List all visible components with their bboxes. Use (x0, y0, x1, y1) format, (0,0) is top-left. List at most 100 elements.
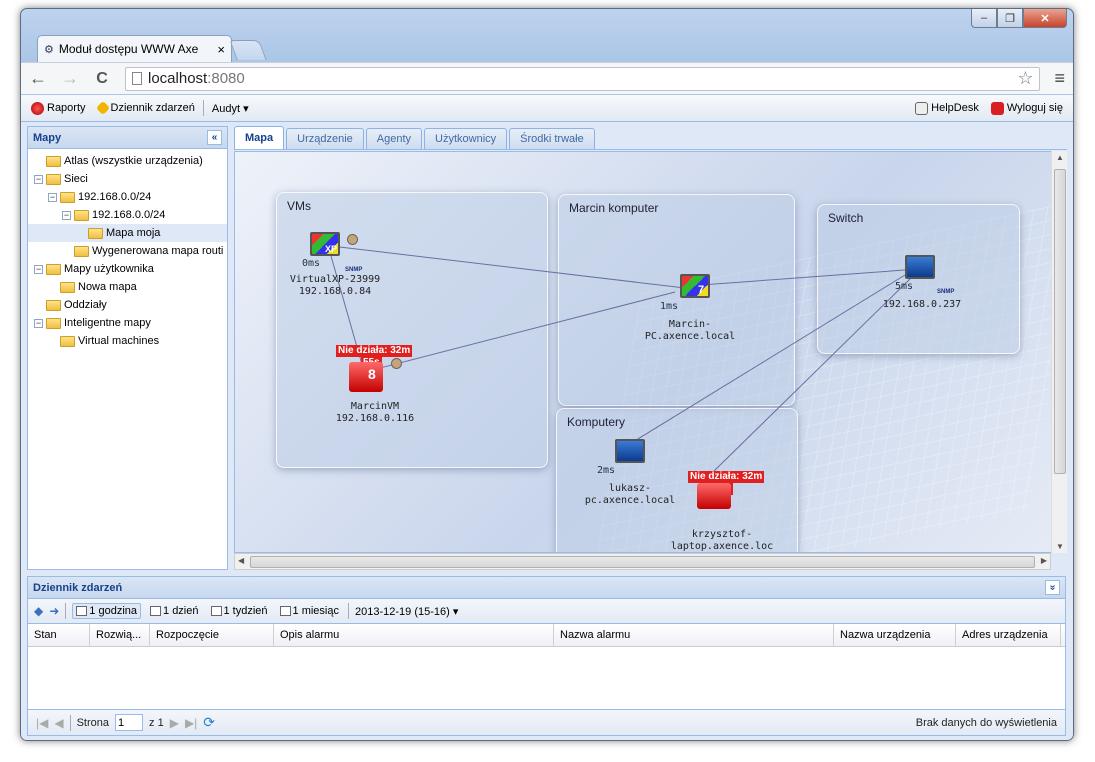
column-header[interactable]: Nazwa urządzenia (834, 624, 956, 646)
first-page-icon[interactable]: |◀ (36, 716, 48, 730)
tab-2[interactable]: Agenty (365, 128, 423, 149)
range-label: 1 tydzień (223, 605, 268, 617)
tree-node[interactable]: − Inteligentne mapy (28, 314, 227, 332)
computer-icon (905, 255, 935, 279)
range-button[interactable]: 1 dzień (147, 604, 201, 618)
refresh-icon[interactable]: ⟳ (203, 714, 215, 731)
device-krzysztof[interactable] (694, 483, 734, 509)
column-header[interactable]: Nazwa alarmu (554, 624, 834, 646)
column-header[interactable]: Stan (28, 624, 90, 646)
tab-1[interactable]: Urządzenie (286, 128, 364, 149)
map-vertical-scrollbar[interactable]: ▲ ▼ (1051, 151, 1067, 553)
tree-node[interactable]: − Mapy użytkownika (28, 260, 227, 278)
prev-page-icon[interactable]: ◀ (54, 716, 63, 730)
maximize-button[interactable]: ❐ (997, 9, 1023, 28)
audit-menu[interactable]: Audyt ▾ (208, 102, 253, 115)
tab-close-icon[interactable]: × (217, 42, 225, 57)
computer-icon (615, 439, 645, 463)
device-virtualxp[interactable]: XP (305, 232, 345, 256)
column-header[interactable]: Opis alarmu (274, 624, 554, 646)
prev-arrow-icon[interactable]: ◆ (34, 604, 43, 618)
next-arrow-icon[interactable]: ➜ (49, 604, 59, 618)
minimize-button[interactable]: – (971, 9, 997, 28)
tree-node[interactable]: − Sieci (28, 170, 227, 188)
forward-button[interactable]: → (61, 68, 79, 89)
tree-expander-icon[interactable]: − (34, 174, 43, 184)
column-header[interactable]: Adres urządzenia (956, 624, 1061, 646)
tree-node[interactable]: Nowa mapa (28, 278, 227, 296)
address-bar[interactable]: localhost:8080 ☆ (125, 66, 1041, 91)
bookmark-star-icon[interactable]: ☆ (1017, 68, 1033, 89)
events-log-menu[interactable]: Dziennik zdarzeń (94, 100, 199, 116)
lukasz-name: lukasz- (608, 483, 652, 494)
tree-node[interactable]: − 192.168.0.0/24 (28, 188, 227, 206)
logout-button[interactable]: Wyloguj się (987, 101, 1067, 115)
tab-0[interactable]: Mapa (234, 126, 285, 149)
page-icon (132, 72, 142, 85)
device-switch[interactable] (900, 255, 940, 279)
range-button[interactable]: 1 miesiąc (277, 604, 342, 618)
scroll-up-icon[interactable]: ▲ (1056, 153, 1064, 162)
column-header[interactable]: Rozwią... (90, 624, 150, 646)
browser-tab[interactable]: ⚙ Moduł dostępu WWW Axe × (37, 35, 232, 62)
tree-node[interactable]: Virtual machines (28, 332, 227, 350)
expand-panel-button[interactable]: » (1045, 580, 1060, 595)
reload-button[interactable]: C (93, 70, 111, 88)
next-page-icon[interactable]: ▶ (170, 716, 179, 730)
device-lukasz[interactable] (610, 439, 650, 463)
collapse-panel-button[interactable]: « (207, 130, 222, 145)
tree-expander-icon[interactable]: − (62, 210, 71, 220)
scroll-down-icon[interactable]: ▼ (1056, 542, 1064, 551)
url-port: :8080 (207, 70, 245, 87)
user-icon (347, 234, 358, 245)
scroll-left-icon[interactable]: ◀ (238, 556, 244, 565)
folder-icon (46, 299, 61, 311)
marcinpc-label: Marcin- PC.axence.local (630, 319, 750, 343)
tree-node[interactable]: Atlas (wszystkie urządzenia) (28, 152, 227, 170)
tree-expander-icon[interactable]: − (34, 318, 43, 328)
date-range-dropdown[interactable]: 2013-12-19 (15-16) ▾ (355, 605, 458, 618)
tree-expander-icon[interactable]: − (48, 192, 57, 202)
app-menu-bar: Raporty Dziennik zdarzeń Audyt ▾ HelpDes… (21, 95, 1073, 122)
column-header[interactable]: Rozpoczęcie (150, 624, 274, 646)
helpdesk-menu[interactable]: HelpDesk (911, 101, 983, 115)
tab-4[interactable]: Środki trwałe (509, 128, 595, 149)
tab-3[interactable]: Użytkownicy (424, 128, 508, 149)
page-number-input[interactable] (115, 714, 144, 731)
map-horizontal-scrollbar[interactable]: ◀ ▶ (234, 553, 1051, 570)
lukasz-name2: pc.axence.local (584, 495, 676, 506)
last-page-icon[interactable]: ▶| (185, 716, 197, 730)
tree-expander-icon[interactable]: − (34, 264, 43, 274)
vertical-scroll-thumb[interactable] (1054, 169, 1066, 474)
range-label: 1 dzień (163, 605, 199, 617)
folder-icon (60, 281, 75, 293)
network-map[interactable]: VMs Marcin komputer Switch Komputery XP … (234, 151, 1067, 553)
folder-icon (88, 227, 103, 239)
tree-node[interactable]: Wygenerowana mapa routi (28, 242, 227, 260)
user-icon (391, 358, 402, 369)
device-marcinpc[interactable]: 7 (675, 274, 715, 298)
folder-icon (46, 263, 61, 275)
back-button[interactable]: ← (29, 68, 47, 89)
win7-badge: 7 (698, 284, 705, 296)
close-button[interactable]: ✕ (1023, 9, 1067, 28)
range-button[interactable]: 1 godzina (72, 603, 142, 619)
pager-separator (69, 714, 71, 731)
folder-icon (46, 155, 61, 167)
tree-node[interactable]: Mapa moja (28, 224, 227, 242)
toolbar-separator (348, 603, 349, 619)
empty-message: Brak danych do wyświetlenia (915, 716, 1057, 729)
horizontal-scroll-thumb[interactable] (250, 556, 1035, 568)
app-area: Raporty Dziennik zdarzeń Audyt ▾ HelpDes… (21, 95, 1073, 740)
tree-node[interactable]: Oddziały (28, 296, 227, 314)
xp-badge: XP (325, 244, 338, 254)
range-button[interactable]: 1 tydzień (208, 604, 271, 618)
events-log-panel: Dziennik zdarzeń » ◆ ➜ 1 godzina 1 dzień 1… (27, 576, 1066, 736)
browser-menu-icon[interactable]: ≡ (1054, 68, 1065, 89)
events-toolbar: ◆ ➜ 1 godzina 1 dzień 1 tydzień 1 miesiąc 20… (28, 599, 1065, 624)
scroll-right-icon[interactable]: ▶ (1041, 556, 1047, 565)
tree-node[interactable]: − 192.168.0.0/24 (28, 206, 227, 224)
device-marcinvm[interactable]: 8 (346, 362, 386, 392)
reports-menu[interactable]: Raporty (27, 101, 90, 115)
new-tab-button[interactable] (229, 40, 267, 60)
